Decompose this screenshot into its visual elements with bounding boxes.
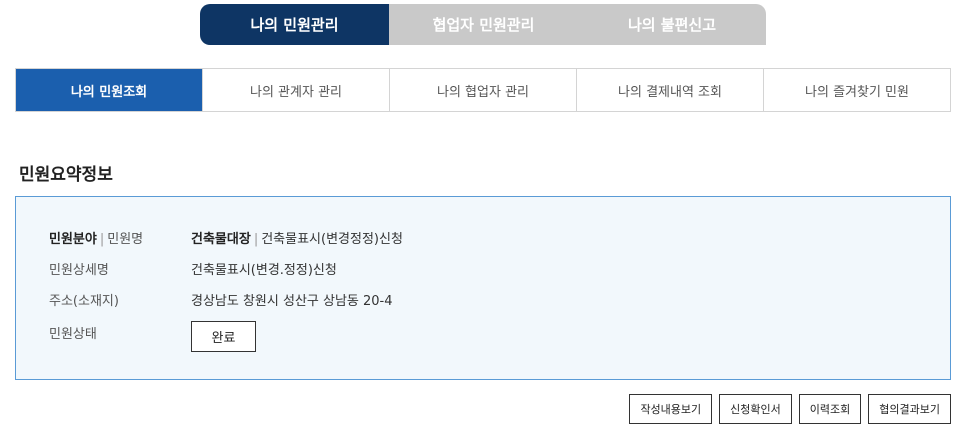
subtab-stakeholder-management[interactable]: 나의 관계자 관리 [202, 69, 389, 111]
status-row: 민원상태 완료 [49, 321, 256, 352]
consult-result-button[interactable]: 협의결과보기 [868, 394, 951, 424]
tab-my-complaint-report[interactable]: 나의 불편신고 [578, 4, 766, 45]
subtab-favorite-civil[interactable]: 나의 즐겨찾기 민원 [763, 69, 950, 111]
field-value: 건축물대장 | 건축물표시(변경정정)신청 [191, 232, 403, 247]
action-button-bar: 작성내용보기 신청확인서 이력조회 협의결과보기 [629, 394, 951, 424]
top-tab-bar: 나의 민원관리 협업자 민원관리 나의 불편신고 [200, 4, 766, 45]
address-value: 경상남도 창원시 성산구 상남동 20-4 [191, 294, 393, 309]
summary-box: 민원분야 | 민원명 건축물대장 | 건축물표시(변경정정)신청 민원상세명 건축물표시… [15, 196, 951, 380]
field-label: 민원분야 | 민원명 [49, 232, 144, 247]
address-row: 주소(소재지) 경상남도 창원시 성산구 상남동 20-4 [49, 290, 393, 309]
status-label: 민원상태 [49, 327, 97, 342]
tab-collaborator-civil-management[interactable]: 협업자 민원관리 [389, 4, 578, 45]
view-content-button[interactable]: 작성내용보기 [629, 394, 713, 424]
sub-tab-bar: 나의 민원조회 나의 관계자 관리 나의 협업자 관리 나의 결제내역 조회 나… [15, 68, 951, 112]
detail-row: 민원상세명 건축물표시(변경.정정)신청 [49, 259, 337, 278]
history-button[interactable]: 이력조회 [798, 394, 862, 424]
detail-value: 건축물표시(변경.정정)신청 [191, 263, 337, 278]
field-row: 민원분야 | 민원명 건축물대장 | 건축물표시(변경정정)신청 [49, 228, 403, 247]
address-label: 주소(소재지) [49, 294, 119, 309]
confirmation-button[interactable]: 신청확인서 [719, 394, 792, 424]
section-title: 민원요약정보 [19, 165, 113, 185]
status-badge: 완료 [191, 321, 256, 352]
detail-label: 민원상세명 [49, 263, 109, 278]
tab-my-civil-management[interactable]: 나의 민원관리 [200, 4, 389, 45]
subtab-payment-history[interactable]: 나의 결제내역 조회 [576, 69, 763, 111]
subtab-collaborator-management[interactable]: 나의 협업자 관리 [389, 69, 576, 111]
subtab-my-civil-inquiry[interactable]: 나의 민원조회 [16, 69, 202, 111]
